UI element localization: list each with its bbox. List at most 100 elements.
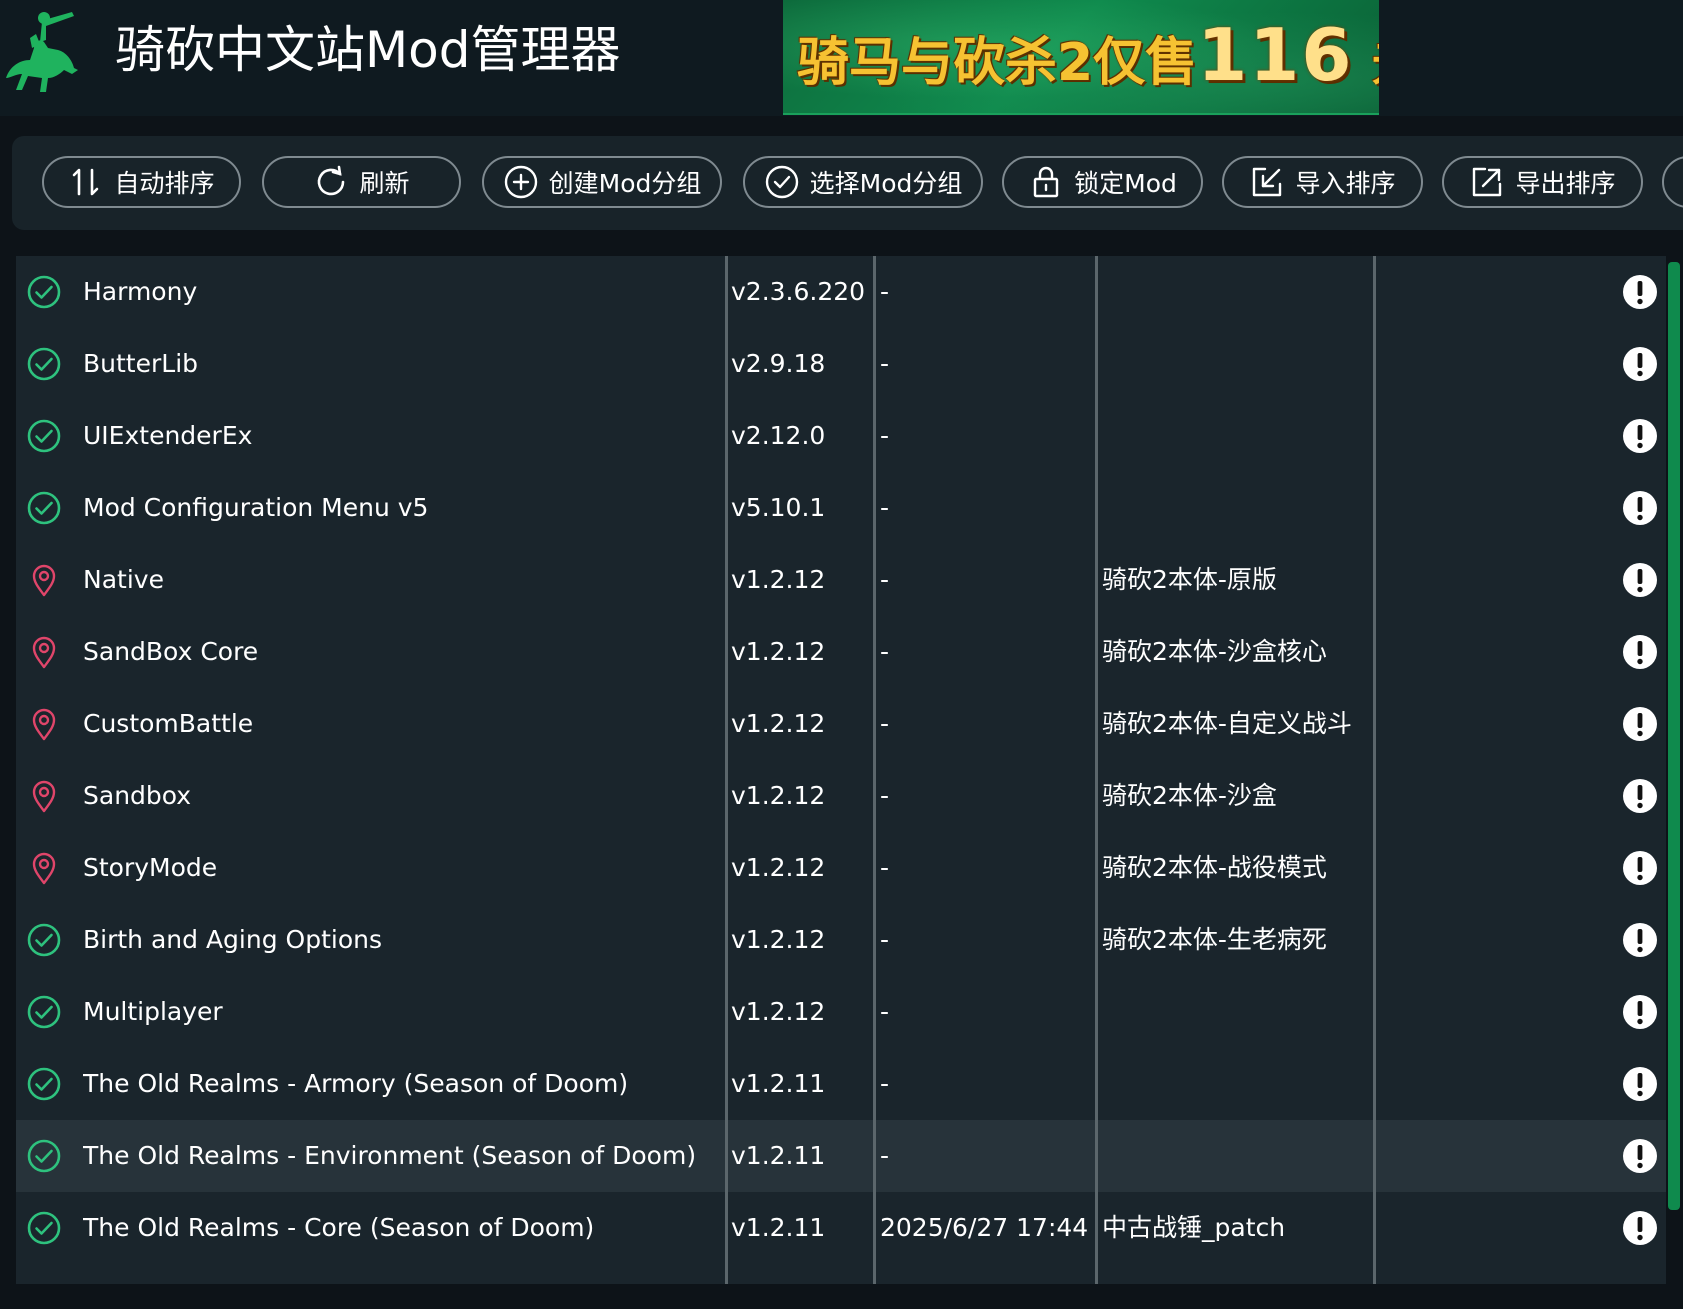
mod-date: -	[880, 421, 890, 450]
mod-row[interactable]: Harmony v2.3.6.220-	[16, 256, 1666, 328]
mod-version: v1.2.12	[731, 709, 826, 738]
mod-version: v2.3.6.220	[731, 277, 866, 306]
mod-tag: 骑砍2本体-沙盒	[1102, 781, 1277, 810]
app-header: 骑砍中文站Mod管理器 骑马与砍杀2仅售116 元	[0, 0, 1683, 116]
check-circle-icon[interactable]	[26, 994, 62, 1030]
alert-icon[interactable]	[1622, 778, 1658, 814]
alert-icon[interactable]	[1622, 1138, 1658, 1174]
create-mod-group-button[interactable]: 创建Mod分组	[482, 156, 722, 208]
mod-date: -	[880, 925, 890, 954]
mod-version: v1.2.12	[731, 637, 826, 666]
export-order-button[interactable]: 导出排序	[1442, 156, 1643, 208]
mod-name: Harmony	[83, 277, 198, 306]
mod-row[interactable]: Mod Configuration Menu v5 v5.10.1 -	[16, 472, 1666, 544]
mod-row[interactable]: Birth and Aging Options v1.2.12 - 骑砍2本体-生老病…	[16, 904, 1666, 976]
alert-icon[interactable]	[1622, 706, 1658, 742]
mod-name: The Old Realms - Core (Season of Doom)	[83, 1213, 595, 1242]
location-pin-icon[interactable]	[26, 634, 62, 670]
alert-icon[interactable]	[1622, 994, 1658, 1030]
mod-row[interactable]: Native v1.2.12 - 骑砍2本体-原版	[16, 544, 1666, 616]
location-pin-icon[interactable]	[26, 778, 62, 814]
mod-version: v2.9.18	[731, 349, 826, 378]
alert-icon[interactable]	[1622, 418, 1658, 454]
check-circle-icon[interactable]	[26, 418, 62, 454]
mod-version: v1.2.11	[731, 1141, 826, 1170]
mod-tag: 骑砍2本体-自定义战斗	[1102, 709, 1352, 738]
mod-date: -	[880, 709, 890, 738]
mod-row[interactable]: SandBox Core v1.2.12 - 骑砍2本体-沙盒核心	[16, 616, 1666, 688]
mod-list: Harmony v2.3.6.220- ButterLib v2.9.18- UIExt…	[16, 256, 1666, 1284]
location-pin-icon[interactable]	[26, 850, 62, 886]
mod-version: v1.2.12	[731, 565, 826, 594]
mod-row[interactable]: Multiplayer v1.2.12 -	[16, 976, 1666, 1048]
check-circle-icon	[764, 164, 800, 200]
create-mod-group-label: 创建Mod分组	[548, 169, 702, 198]
mod-name: The Old Realms - Armory (Season of Doom)	[83, 1069, 629, 1098]
mod-tag	[1102, 1120, 1382, 1192]
promo-banner[interactable]: 骑马与砍杀2仅售116 元	[783, 0, 1379, 115]
knight-on-horse-icon	[0, 8, 86, 98]
location-pin-icon[interactable]	[26, 706, 62, 742]
mod-name: Sandbox	[83, 781, 192, 810]
column-divider[interactable]	[1095, 256, 1098, 1284]
mod-version: v1.2.12	[731, 853, 826, 882]
check-circle-icon[interactable]	[26, 346, 62, 382]
app-title: 骑砍中文站Mod管理器	[115, 21, 621, 79]
alert-icon[interactable]	[1622, 634, 1658, 670]
alert-icon[interactable]	[1622, 1210, 1658, 1246]
alert-icon[interactable]	[1622, 850, 1658, 886]
mod-tag	[1102, 1048, 1382, 1120]
mod-date: -	[880, 565, 890, 594]
lock-mod-button[interactable]: 锁定Mod	[1002, 156, 1203, 208]
mod-name: The Old Realms - Environment (Season of …	[83, 1141, 697, 1170]
mod-tag: 骑砍2本体-原版	[1102, 565, 1277, 594]
mod-row[interactable]: The Old Realms - Core (Season of Doom) v1…	[16, 1192, 1666, 1264]
select-mod-group-label: 选择Mod分组	[809, 169, 963, 198]
mod-row[interactable]: ButterLib v2.9.18 -	[16, 328, 1666, 400]
column-divider[interactable]	[873, 256, 876, 1284]
mod-row[interactable]: StoryMode v1.2.12 - 骑砍2本体-战役模式	[16, 832, 1666, 904]
alert-icon[interactable]	[1622, 922, 1658, 958]
mod-tag: 骑砍2本体-生老病死	[1102, 925, 1327, 954]
alert-icon[interactable]	[1622, 346, 1658, 382]
lock-mod-label: 锁定Mod	[1074, 169, 1177, 198]
mod-tag	[1102, 976, 1382, 1048]
mod-version: v2.12.0	[731, 421, 826, 450]
alert-icon[interactable]	[1622, 562, 1658, 598]
import-order-button[interactable]: 导入排序	[1222, 156, 1423, 208]
banner-unit: 元	[1372, 37, 1379, 91]
check-circle-icon[interactable]	[26, 1210, 62, 1246]
check-circle-icon[interactable]	[26, 490, 62, 526]
refresh-icon	[313, 164, 349, 200]
mod-row[interactable]: Sandbox v1.2.12 - 骑砍2本体-沙盒	[16, 760, 1666, 832]
alert-icon[interactable]	[1622, 274, 1658, 310]
banner-price: 116	[1197, 13, 1354, 97]
mod-date: -	[880, 1069, 890, 1098]
mod-row[interactable]: The Old Realms - Environment (Season of …	[16, 1120, 1666, 1192]
mod-date: -	[880, 349, 890, 378]
banner-text: 骑马与砍杀2仅售	[797, 33, 1198, 93]
column-divider[interactable]	[1373, 256, 1376, 1284]
alert-icon[interactable]	[1622, 490, 1658, 526]
select-mod-group-button[interactable]: 选择Mod分组	[743, 156, 983, 208]
alert-icon[interactable]	[1622, 1066, 1658, 1102]
mod-row[interactable]: UIExtenderEx v2.12.0 -	[16, 400, 1666, 472]
lock-icon	[1028, 164, 1064, 200]
list-scrollbar[interactable]	[1668, 262, 1680, 1210]
import-order-label: 导入排序	[1295, 169, 1396, 198]
column-divider[interactable]	[725, 256, 728, 1284]
mod-row[interactable]: CustomBattle v1.2.12 - 骑砍2本体-自定义战斗	[16, 688, 1666, 760]
mod-name: SandBox Core	[83, 637, 259, 666]
refresh-button[interactable]: 刷新	[262, 156, 461, 208]
auto-sort-button[interactable]: 自动排序	[42, 156, 241, 208]
plus-circle-icon	[503, 164, 539, 200]
check-circle-icon[interactable]	[26, 1138, 62, 1174]
mod-name: Mod Configuration Menu v5	[83, 493, 429, 522]
check-circle-icon[interactable]	[26, 922, 62, 958]
mod-row[interactable]: The Old Realms - Armory (Season of Doom)…	[16, 1048, 1666, 1120]
check-circle-icon[interactable]	[26, 274, 62, 310]
check-circle-icon[interactable]	[26, 1066, 62, 1102]
location-pin-icon[interactable]	[26, 562, 62, 598]
more-toolbar-button[interactable]	[1662, 156, 1683, 208]
mod-name: StoryMode	[83, 853, 218, 882]
